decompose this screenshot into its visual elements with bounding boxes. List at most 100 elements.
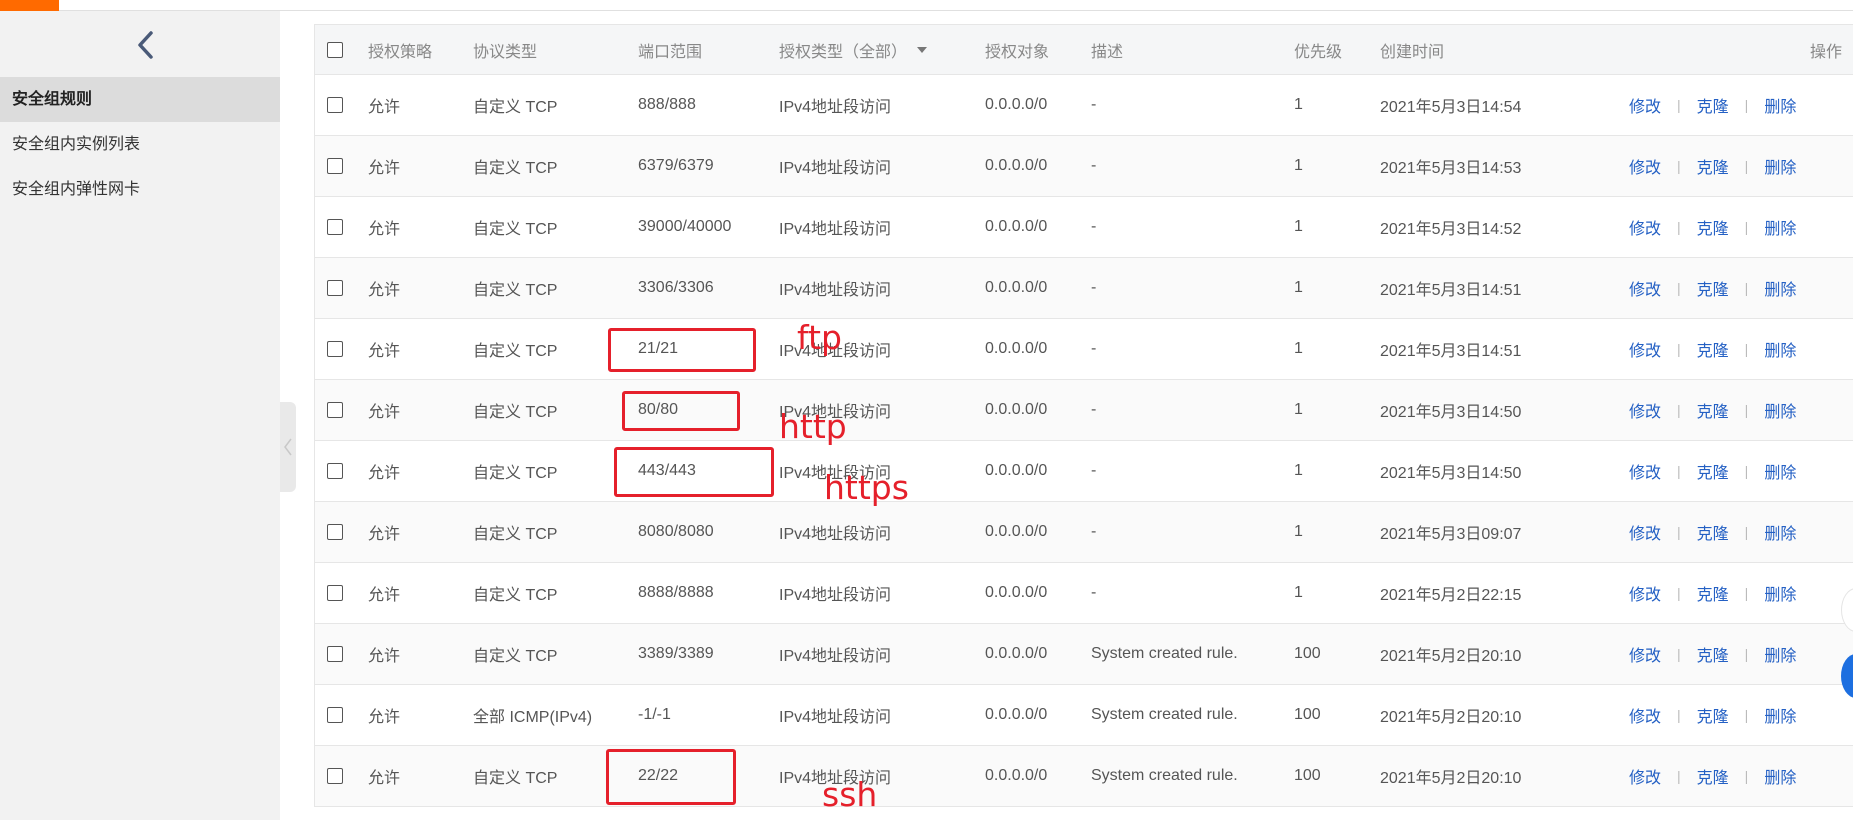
select-all-cell [327, 25, 343, 74]
delete-link[interactable]: 删除 [1764, 215, 1796, 239]
back-button[interactable] [130, 27, 162, 63]
cell-actions: 修改 | 克隆 | 删除 [1629, 563, 1796, 623]
row-checkbox[interactable] [327, 97, 343, 113]
row-select-cell [327, 258, 343, 318]
clone-link[interactable]: 克隆 [1697, 154, 1729, 178]
header-auth-type-filter[interactable]: 授权类型（全部） [779, 25, 928, 74]
delete-link[interactable]: 删除 [1764, 642, 1796, 666]
row-checkbox[interactable] [327, 402, 343, 418]
clone-link[interactable]: 克隆 [1697, 93, 1729, 117]
action-separator: | [1677, 402, 1681, 418]
cell-protocol: 全部 ICMP(IPv4) [473, 709, 593, 726]
edit-link[interactable]: 修改 [1629, 581, 1661, 605]
clone-link[interactable]: 克隆 [1697, 215, 1729, 239]
delete-link[interactable]: 删除 [1764, 520, 1796, 544]
edit-link[interactable]: 修改 [1629, 337, 1661, 361]
cell-priority: 100 [1294, 645, 1321, 662]
cell-port-range: 8888/8888 [638, 584, 714, 601]
delete-link[interactable]: 删除 [1764, 703, 1796, 727]
row-select-cell [327, 685, 343, 745]
sidebar: 安全组规则 安全组内实例列表 安全组内弹性网卡 [0, 11, 280, 820]
sidebar-item-instance-list[interactable]: 安全组内实例列表 [0, 122, 280, 167]
delete-link[interactable]: 删除 [1764, 581, 1796, 605]
edit-link[interactable]: 修改 [1629, 93, 1661, 117]
clone-link[interactable]: 克隆 [1697, 520, 1729, 544]
row-checkbox[interactable] [327, 280, 343, 296]
row-checkbox[interactable] [327, 585, 343, 601]
clone-link[interactable]: 克隆 [1697, 581, 1729, 605]
delete-link[interactable]: 删除 [1764, 337, 1796, 361]
edit-link[interactable]: 修改 [1629, 703, 1661, 727]
delete-link[interactable]: 删除 [1764, 93, 1796, 117]
cell-protocol: 自定义 TCP [473, 221, 558, 238]
table-row: 允许 自定义 TCP 8888/8888 IPv4地址段访问 0.0.0.0/0 - 1 20… [315, 563, 1853, 624]
cell-description: - [1091, 218, 1097, 235]
edit-link[interactable]: 修改 [1629, 520, 1661, 544]
cell-priority: 100 [1294, 706, 1321, 723]
cell-created-time: 2021年5月3日14:52 [1380, 221, 1522, 238]
clone-link[interactable]: 克隆 [1697, 337, 1729, 361]
clone-link[interactable]: 克隆 [1697, 642, 1729, 666]
edit-link[interactable]: 修改 [1629, 642, 1661, 666]
cell-auth-object: 0.0.0.0/0 [985, 462, 1048, 479]
action-separator: | [1744, 97, 1749, 113]
row-checkbox[interactable] [327, 341, 343, 357]
header-port-range: 端口范围 [638, 43, 703, 61]
annotation-label: https [824, 468, 909, 507]
cell-actions: 修改 | 克隆 | 删除 [1629, 380, 1796, 440]
cell-protocol: 自定义 TCP [473, 343, 558, 360]
edit-link[interactable]: 修改 [1629, 764, 1661, 788]
action-separator: | [1677, 341, 1681, 357]
row-checkbox[interactable] [327, 646, 343, 662]
cell-protocol: 自定义 TCP [473, 770, 558, 787]
sidebar-item-security-group-rules[interactable]: 安全组规则 [0, 77, 280, 122]
table-row: 允许 自定义 TCP 22/22 IPv4地址段访问 0.0.0.0/0 System c… [315, 746, 1853, 807]
row-checkbox[interactable] [327, 158, 343, 174]
cell-auth-type: IPv4地址段访问 [779, 99, 892, 116]
cell-policy: 允许 [368, 221, 401, 238]
cell-priority: 1 [1294, 340, 1303, 357]
cell-priority: 1 [1294, 96, 1303, 113]
edit-link[interactable]: 修改 [1629, 215, 1661, 239]
sidebar-collapse-handle[interactable] [280, 402, 296, 492]
action-separator: | [1744, 158, 1749, 174]
delete-link[interactable]: 删除 [1764, 154, 1796, 178]
delete-link[interactable]: 删除 [1764, 459, 1796, 483]
delete-link[interactable]: 删除 [1764, 764, 1796, 788]
cell-created-time: 2021年5月3日14:53 [1380, 160, 1522, 177]
clone-link[interactable]: 克隆 [1697, 764, 1729, 788]
cell-actions: 修改 | 克隆 | 删除 [1629, 136, 1796, 196]
caret-down-icon[interactable] [917, 46, 928, 53]
row-checkbox[interactable] [327, 707, 343, 723]
cell-created-time: 2021年5月2日20:10 [1380, 709, 1522, 726]
clone-link[interactable]: 克隆 [1697, 398, 1729, 422]
edit-link[interactable]: 修改 [1629, 459, 1661, 483]
cell-auth-object: 0.0.0.0/0 [985, 584, 1048, 601]
action-separator: | [1677, 585, 1681, 601]
sidebar-item-elastic-nic[interactable]: 安全组内弹性网卡 [0, 167, 280, 212]
cell-actions: 修改 | 克隆 | 删除 [1629, 319, 1796, 379]
cell-description: - [1091, 96, 1097, 113]
select-all-checkbox[interactable] [327, 41, 343, 58]
row-select-cell [327, 624, 343, 684]
cell-policy: 允许 [368, 404, 401, 421]
edit-link[interactable]: 修改 [1629, 154, 1661, 178]
edit-link[interactable]: 修改 [1629, 276, 1661, 300]
row-checkbox[interactable] [327, 524, 343, 540]
clone-link[interactable]: 克隆 [1697, 703, 1729, 727]
edit-link[interactable]: 修改 [1629, 398, 1661, 422]
clone-link[interactable]: 克隆 [1697, 276, 1729, 300]
cell-auth-object: 0.0.0.0/0 [985, 706, 1048, 723]
brand-accent [0, 0, 59, 11]
row-checkbox[interactable] [327, 219, 343, 235]
delete-link[interactable]: 删除 [1764, 276, 1796, 300]
clone-link[interactable]: 克隆 [1697, 459, 1729, 483]
chevron-left-icon [138, 31, 153, 59]
action-separator: | [1744, 524, 1749, 540]
cell-protocol: 自定义 TCP [473, 404, 558, 421]
action-separator: | [1744, 768, 1749, 784]
action-separator: | [1744, 707, 1749, 723]
row-checkbox[interactable] [327, 768, 343, 784]
row-checkbox[interactable] [327, 463, 343, 479]
delete-link[interactable]: 删除 [1764, 398, 1796, 422]
